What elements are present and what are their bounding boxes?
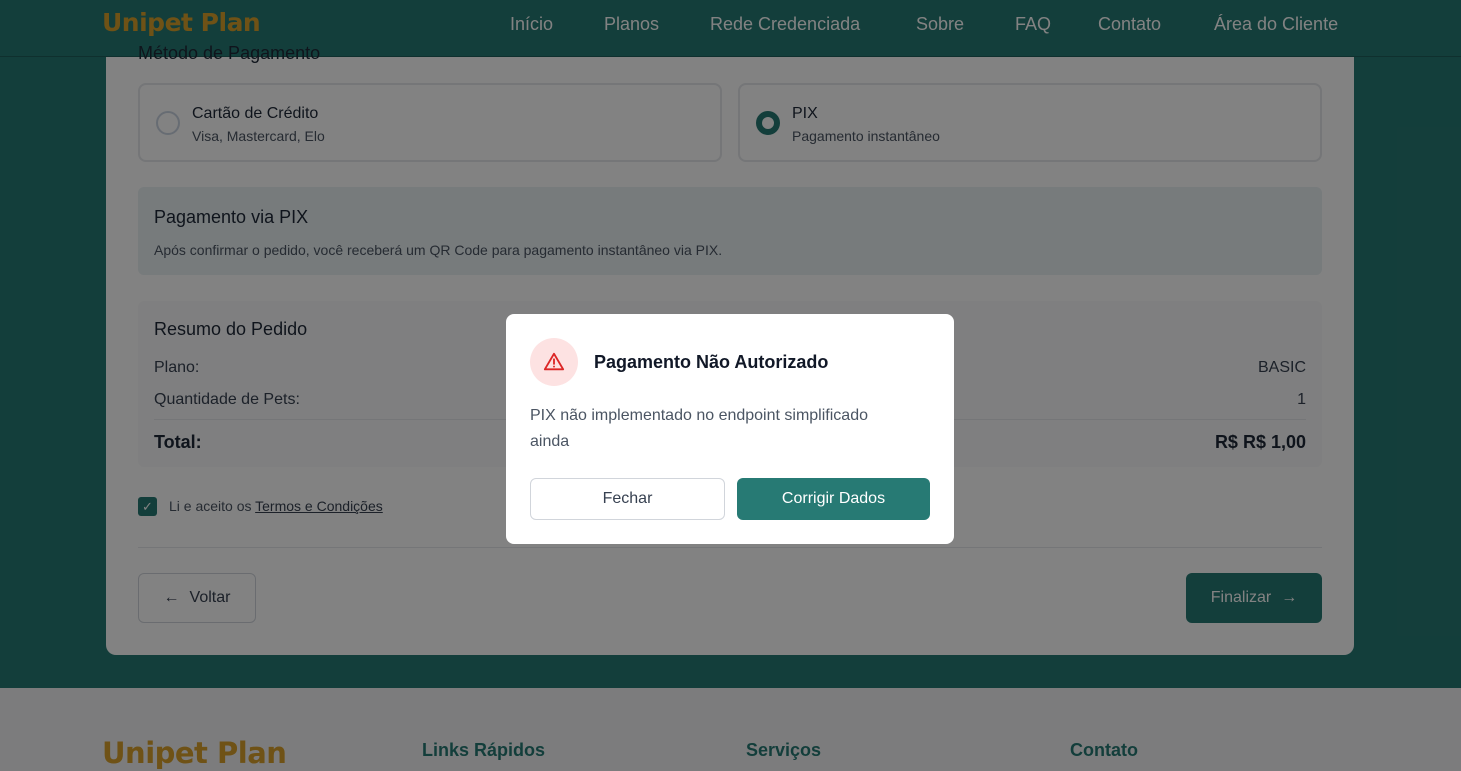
warning-triangle-icon [543, 352, 565, 371]
close-button[interactable]: Fechar [530, 478, 725, 520]
payment-error-modal: Pagamento Não Autorizado PIX não impleme… [506, 314, 954, 544]
warning-badge [530, 338, 578, 386]
modal-message: PIX não implementado no endpoint simplif… [530, 407, 868, 450]
fix-data-button[interactable]: Corrigir Dados [737, 478, 930, 520]
modal-title: Pagamento Não Autorizado [594, 352, 829, 372]
